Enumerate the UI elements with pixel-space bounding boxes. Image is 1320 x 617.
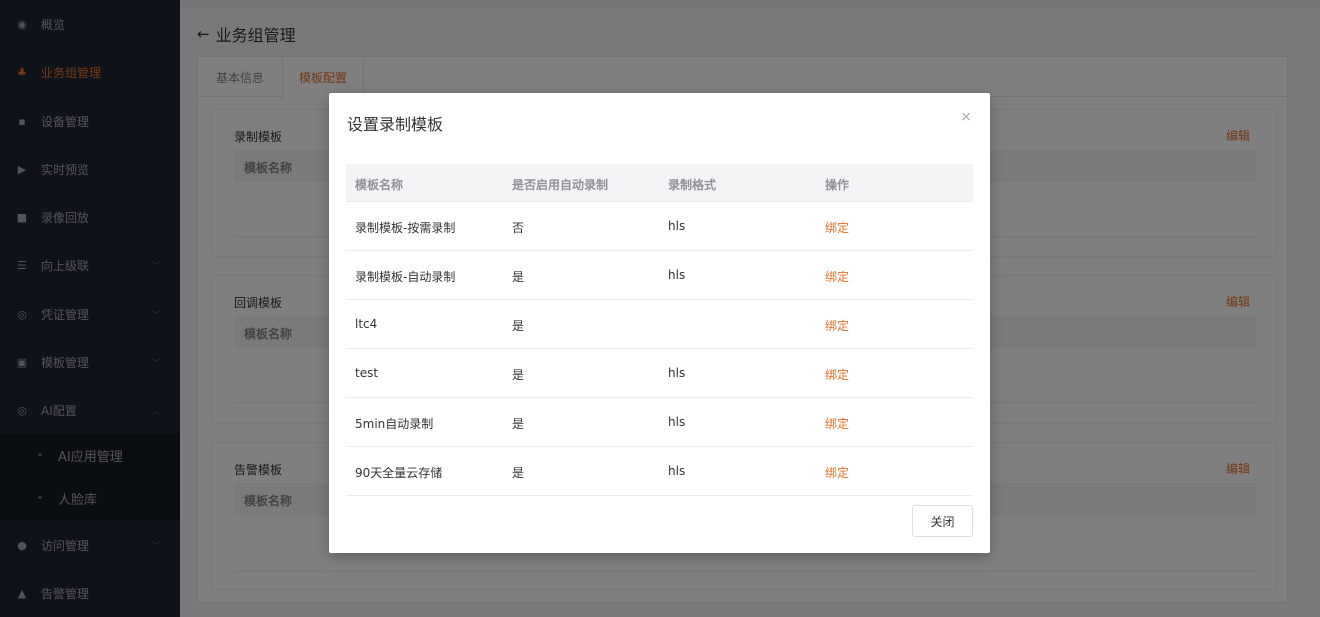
template-name-cell: ltc4 bbox=[355, 317, 378, 331]
table-row: test 是 hls 绑定 bbox=[346, 349, 973, 398]
template-name-cell: 录制模板-按需录制 bbox=[355, 221, 456, 235]
recording-template-dialog: 设置录制模板 × 模板名称 是否启用自动录制 录制格式 操作 录制模板-按需录制… bbox=[329, 93, 990, 553]
table-row: 录制模板-按需录制 否 hls 绑定 bbox=[346, 202, 973, 251]
auto-record-cell: 是 bbox=[512, 270, 525, 284]
close-button[interactable]: 关闭 bbox=[912, 505, 973, 537]
template-name-cell: 5min自动录制 bbox=[355, 417, 434, 431]
template-name-cell: 录制模板-自动录制 bbox=[355, 270, 456, 284]
auto-record-cell: 是 bbox=[512, 417, 525, 431]
bind-link[interactable]: 绑定 bbox=[825, 317, 849, 334]
auto-record-cell: 是 bbox=[512, 368, 525, 382]
column-header-name: 模板名称 bbox=[355, 178, 404, 192]
record-format-cell: hls bbox=[668, 219, 686, 233]
bind-link[interactable]: 绑定 bbox=[825, 268, 849, 285]
close-icon[interactable]: × bbox=[960, 109, 972, 125]
dialog-title: 设置录制模板 bbox=[347, 115, 444, 134]
column-header-auto: 是否启用自动录制 bbox=[512, 178, 609, 192]
auto-record-cell: 是 bbox=[512, 466, 525, 480]
column-header-format: 录制格式 bbox=[668, 178, 717, 192]
template-name-cell: test bbox=[355, 366, 379, 380]
bind-link[interactable]: 绑定 bbox=[825, 219, 849, 236]
table-row: 90天全量云存储 是 hls 绑定 bbox=[346, 447, 973, 496]
bind-link[interactable]: 绑定 bbox=[825, 415, 849, 432]
column-header-action: 操作 bbox=[825, 178, 850, 192]
bind-link[interactable]: 绑定 bbox=[825, 464, 849, 481]
auto-record-cell: 是 bbox=[512, 319, 525, 333]
table-row: ltc4 是 绑定 bbox=[346, 300, 973, 349]
table-row: 5min自动录制 是 hls 绑定 bbox=[346, 398, 973, 447]
record-format-cell: hls bbox=[668, 464, 686, 478]
bind-link[interactable]: 绑定 bbox=[825, 366, 849, 383]
auto-record-cell: 否 bbox=[512, 221, 525, 235]
table-row: 录制模板-自动录制 是 hls 绑定 bbox=[346, 251, 973, 300]
template-table: 模板名称 是否启用自动录制 录制格式 操作 录制模板-按需录制否 hls 绑定 录制模… bbox=[346, 164, 973, 496]
record-format-cell: hls bbox=[668, 268, 686, 282]
record-format-cell: hls bbox=[668, 415, 686, 429]
record-format-cell: hls bbox=[668, 366, 686, 380]
template-name-cell: 90天全量云存储 bbox=[355, 466, 443, 480]
table-header: 模板名称 是否启用自动录制 录制格式 操作 bbox=[346, 164, 973, 202]
